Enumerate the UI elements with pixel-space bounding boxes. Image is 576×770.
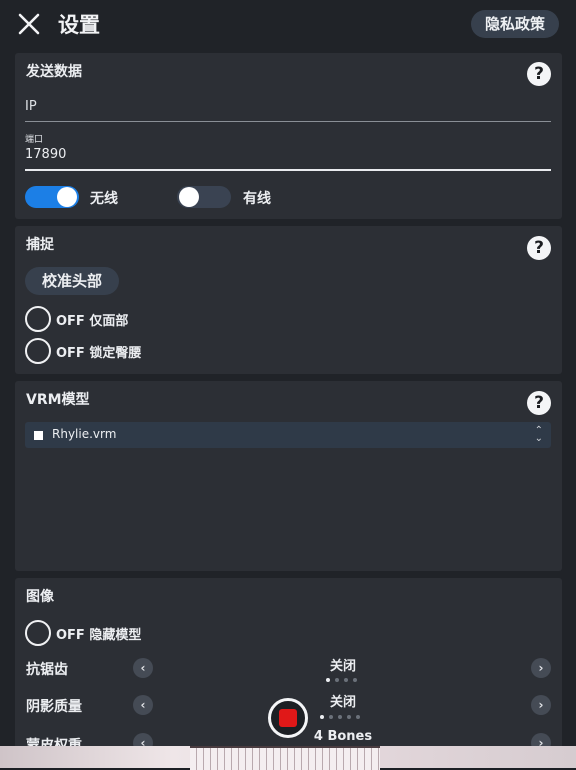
face-only-label: OFF 仅面部 <box>56 310 128 329</box>
send-data-card: 发送数据 ? IP 端口 17890 无线 有线 <box>15 53 562 219</box>
port-field[interactable]: 17890 <box>25 147 66 162</box>
vrm-model-value: Rhylie.vrm <box>52 427 117 441</box>
option-label: 仅面部 <box>89 314 129 329</box>
chevron-right-icon[interactable]: › <box>531 695 551 715</box>
page-title: 设置 <box>58 13 100 37</box>
image-title: 图像 <box>26 589 54 605</box>
vrm-card: VRM模型 ? Rhylie.vrm ⌃ ⌄ <box>15 381 562 571</box>
chevron-left-icon[interactable]: ‹ <box>133 695 153 715</box>
calibrate-head-button[interactable]: 校准头部 <box>25 267 120 295</box>
shadow-quality-value: 关闭 <box>329 695 356 710</box>
lock-hips-label: OFF 锁定臀腰 <box>56 342 141 361</box>
option-state: OFF <box>56 346 85 361</box>
record-button[interactable] <box>268 698 308 738</box>
wired-label: 有线 <box>243 191 271 207</box>
help-icon[interactable]: ? <box>527 62 551 86</box>
header: 设置 隐私政策 <box>0 0 576 52</box>
port-field-underline <box>25 169 551 171</box>
shadow-page-dots <box>320 715 360 719</box>
vrm-model-select[interactable]: Rhylie.vrm ⌃ ⌄ <box>25 422 551 448</box>
toggle-knob <box>57 187 77 207</box>
capture-title: 捕捉 <box>26 237 54 253</box>
ip-field-label: IP <box>25 99 37 114</box>
settings-panel: 设置 隐私政策 发送数据 ? IP 端口 17890 无线 有线 捕捉 ? 校准… <box>0 0 576 752</box>
capture-card: 捕捉 ? 校准头部 OFF 仅面部 OFF 锁定臀腰 <box>15 226 562 374</box>
wireless-label: 无线 <box>90 191 118 207</box>
help-icon[interactable]: ? <box>527 236 551 260</box>
chevron-right-icon[interactable]: › <box>531 658 551 678</box>
record-icon <box>279 709 297 727</box>
help-icon[interactable]: ? <box>527 391 551 415</box>
hide-model-label: OFF 隐藏模型 <box>56 624 141 643</box>
model-icon <box>34 431 43 440</box>
wired-toggle[interactable] <box>177 186 231 208</box>
chevron-left-icon[interactable]: ‹ <box>133 658 153 678</box>
option-state: OFF <box>56 628 85 643</box>
send-data-title: 发送数据 <box>26 64 82 80</box>
option-label: 锁定臀腰 <box>89 346 142 361</box>
avatar-hair <box>190 746 380 770</box>
antialias-page-dots <box>326 678 357 682</box>
port-field-label: 端口 <box>25 135 44 145</box>
option-state: OFF <box>56 314 85 329</box>
hide-model-radio[interactable] <box>25 620 51 646</box>
ip-field[interactable] <box>25 121 551 122</box>
antialias-label: 抗锯齿 <box>26 662 68 678</box>
chevron-updown-icon: ⌃ ⌄ <box>534 425 543 444</box>
background-scene <box>0 746 576 770</box>
lock-hips-radio[interactable] <box>25 338 51 364</box>
face-only-radio[interactable] <box>25 306 51 332</box>
privacy-policy-button[interactable]: 隐私政策 <box>470 10 559 38</box>
option-label: 隐藏模型 <box>89 628 142 643</box>
skin-weights-value: 4 Bones <box>313 729 373 744</box>
toggle-knob <box>179 187 199 207</box>
wireless-toggle[interactable] <box>25 186 79 208</box>
vrm-title: VRM模型 <box>26 392 90 408</box>
antialias-value: 关闭 <box>329 659 356 674</box>
shadow-quality-label: 阴影质量 <box>26 699 82 715</box>
close-icon[interactable] <box>17 12 41 36</box>
